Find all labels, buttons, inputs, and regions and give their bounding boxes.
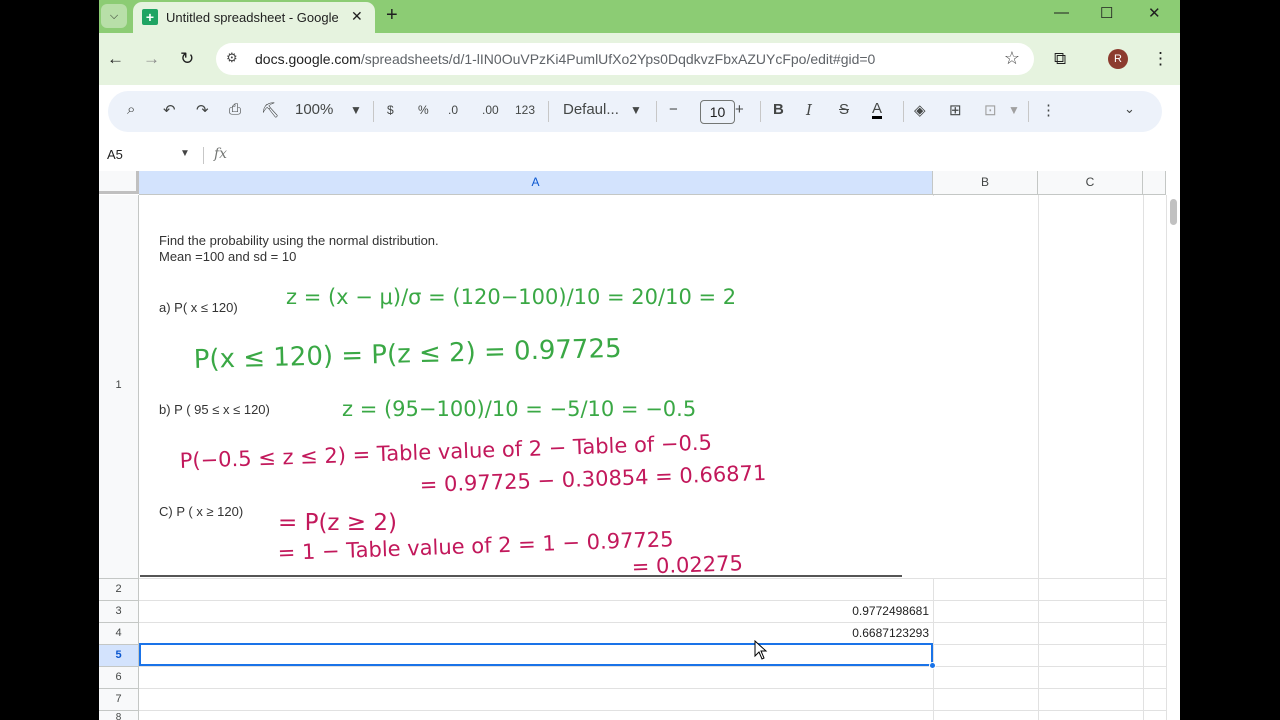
redo-icon[interactable]: ↷ [196,101,209,119]
part-a-result: P(x ≤ 120) = P(z ≤ 2) = 0.97725 [193,334,622,375]
new-tab-button[interactable]: + [386,4,398,27]
grid-line [139,622,1166,623]
row-header-6[interactable]: 6 [99,667,139,689]
tab-search-button[interactable]: ⌵ [101,4,127,28]
font-dropdown-icon[interactable]: ▼ [630,103,642,117]
formula-divider [203,147,204,164]
sheets-toolbar: ⌕ ↶ ↷ ⎙ ⛏ 100% ▼ $ % .0 .00 123 Defaul..… [108,91,1162,132]
browser-window: ⌵ + Untitled spreadsheet - Google Sheets… [99,0,1180,720]
text-color-button[interactable]: A [872,101,883,119]
number-format-button[interactable]: 123 [515,103,535,117]
row-header-2[interactable]: 2 [99,579,139,601]
toolbar-divider [760,101,761,122]
sheets-icon: + [142,9,158,25]
grid-line [139,666,1166,667]
selected-cell-a5[interactable] [139,643,933,666]
part-c-line-1: = P(z ≥ 2) [278,510,397,536]
toolbar-divider [1028,101,1029,122]
name-box[interactable]: A5 [107,147,123,162]
fill-color-icon[interactable]: ◈ [914,101,926,119]
cell-a4[interactable]: 0.6687123293 [749,626,929,640]
grid-line [1143,195,1144,720]
site-info-icon[interactable]: ⚙ [226,50,238,66]
row-header-3[interactable]: 3 [99,601,139,623]
grid-line [139,688,1166,689]
address-bar[interactable]: ⚙ docs.google.com/spreadsheets/d/1-lIN0O… [216,43,1034,75]
paint-format-icon[interactable]: ⛏ [261,101,280,119]
toolbar-divider [656,101,657,122]
grid-line [139,710,1166,711]
tab-title: Untitled spreadsheet - Google Sheets [166,10,338,25]
name-box-dropdown-icon[interactable]: ▼ [180,148,190,159]
mouse-cursor-icon [754,640,768,660]
formula-input[interactable] [239,146,1139,166]
row-header-1[interactable]: 1 [99,195,139,579]
column-header-b[interactable]: B [933,171,1038,195]
print-icon[interactable]: ⎙ [229,101,241,118]
grid-line [139,600,1166,601]
increase-font-size-button[interactable]: + [735,101,744,118]
zoom-select[interactable]: 100% [295,101,333,118]
bookmark-star-icon[interactable]: ☆ [1004,48,1020,69]
extensions-icon[interactable]: ⧉ [1054,49,1066,69]
url-text: docs.google.com/spreadsheets/d/1-lIN0OuV… [255,51,876,67]
scrollbar-thumb[interactable] [1170,199,1177,225]
grid-line [1038,195,1039,720]
browser-menu-icon[interactable]: ⋮ [1152,49,1169,69]
tab-strip: ⌵ + Untitled spreadsheet - Google Sheets… [99,0,1180,33]
row-header-5[interactable]: 5 [99,645,139,667]
merge-cells-icon[interactable]: ⊡ [984,101,997,119]
font-size-input[interactable]: 10 [700,100,735,124]
row-header-8[interactable]: 8 [99,711,139,720]
minimize-button[interactable]: — [1054,4,1069,21]
part-a-z-score: z = (x − μ)/σ = (120−100)/10 = 20/10 = 2 [286,285,736,309]
undo-icon[interactable]: ↶ [163,101,176,119]
font-family-select[interactable]: Defaul... [563,101,619,118]
decrease-font-size-button[interactable]: − [669,101,678,118]
fx-icon: fx [214,146,228,162]
part-b-line-2: = 0.97725 − 0.30854 = 0.66871 [419,461,766,497]
tab-close-icon[interactable]: ✕ [351,8,363,25]
cell-a3[interactable]: 0.9772498681 [749,604,929,618]
row-header-4[interactable]: 4 [99,623,139,645]
part-b-z-score: z = (95−100)/10 = −5/10 = −0.5 [342,397,696,421]
tab-active[interactable]: + Untitled spreadsheet - Google Sheets ✕ [133,2,375,33]
formula-bar: A5 ▼ fx [99,140,1180,171]
toolbar-divider [548,101,549,122]
zoom-dropdown-icon[interactable]: ▼ [350,103,362,117]
decrease-decimal-button[interactable]: .0 [448,103,458,117]
increase-decimal-button[interactable]: .00 [482,103,499,117]
maximize-button[interactable]: ☐ [1100,4,1113,22]
worked-solution-image[interactable]: Find the probability using the normal di… [140,196,1032,578]
navigation-bar: ← → ↻ ⚙ docs.google.com/spreadsheets/d/1… [99,33,1180,85]
bold-button[interactable]: B [773,101,784,118]
back-icon[interactable]: ← [107,49,124,69]
toolbar-divider [903,101,904,122]
column-header-c[interactable]: C [1038,171,1143,195]
column-header-d[interactable] [1143,171,1166,195]
toolbar-divider [373,101,374,122]
avatar[interactable]: R [1108,49,1128,69]
forward-icon[interactable]: → [143,49,160,69]
more-tools-icon[interactable]: ⋮ [1041,101,1056,119]
column-header-a[interactable]: A [139,171,933,195]
grid-line [139,578,1166,579]
borders-icon[interactable]: ⊞ [949,101,962,119]
search-icon[interactable]: ⌕ [127,101,135,118]
collapse-toolbar-icon[interactable]: ⌄ [1124,101,1135,117]
italic-button[interactable]: I [806,101,812,119]
handwritten-solution: z = (x − μ)/σ = (120−100)/10 = 20/10 = 2… [140,285,902,578]
sheets-toolbar-area: ⌕ ↶ ↷ ⎙ ⛏ 100% ▼ $ % .0 .00 123 Defaul..… [99,85,1180,140]
row-header-7[interactable]: 7 [99,689,139,711]
part-c-line-3: = 0.02275 [631,551,743,578]
close-window-button[interactable]: ✕ [1148,4,1161,22]
vertical-scrollbar[interactable] [1166,195,1180,720]
currency-format-button[interactable]: $ [387,103,394,117]
fill-handle[interactable] [929,662,936,669]
reload-icon[interactable]: ↻ [180,49,194,69]
strikethrough-button[interactable]: S [839,101,849,118]
select-all-corner[interactable] [99,171,139,194]
percent-format-button[interactable]: % [418,103,429,117]
merge-dropdown-icon[interactable]: ▼ [1008,103,1020,117]
